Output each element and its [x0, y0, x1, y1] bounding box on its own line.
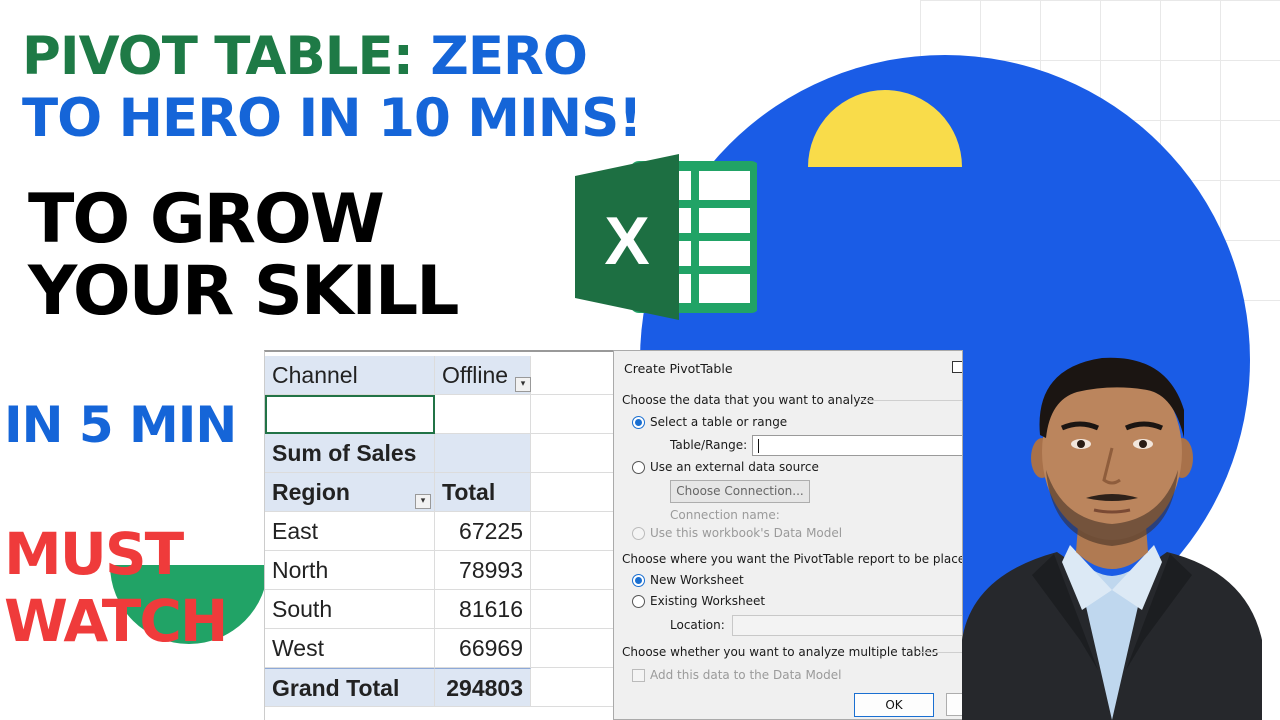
total-cell[interactable]: 67225 [435, 512, 531, 551]
excel-logo-letter: X [604, 203, 649, 279]
empty-cell[interactable] [531, 629, 616, 668]
empty-cell[interactable] [435, 434, 531, 473]
total-cell[interactable]: 81616 [435, 590, 531, 629]
table-range-label: Table/Range: [670, 438, 748, 452]
headline-line2: TO HERO IN 10 MINS! [22, 88, 642, 149]
data-model-radio[interactable] [632, 527, 645, 540]
new-worksheet-label: New Worksheet [650, 573, 744, 587]
choose-connection-button[interactable]: Choose Connection... [670, 480, 810, 503]
create-pivottable-dialog: Create PivotTable Choose the data that y… [613, 350, 963, 720]
section-placement-label: Choose where you want the PivotTable rep… [622, 552, 963, 566]
section-multiple-tables-label: Choose whether you want to analyze multi… [622, 645, 939, 659]
existing-worksheet-label: Existing Worksheet [650, 594, 766, 608]
select-table-radio[interactable] [632, 416, 645, 429]
existing-worksheet-radio[interactable] [632, 595, 645, 608]
group-divider [859, 400, 962, 401]
add-data-model-checkbox[interactable] [632, 669, 645, 682]
headline-watch: WATCH [4, 587, 228, 655]
headline-pivot-table: PIVOT TABLE: [22, 26, 414, 87]
external-source-label: Use an external data source [650, 460, 819, 474]
table-range-input[interactable] [752, 435, 962, 456]
external-source-radio[interactable] [632, 461, 645, 474]
empty-cell[interactable] [531, 590, 616, 629]
region-cell[interactable]: North [265, 551, 435, 590]
section-analyze-label: Choose the data that you want to analyze [622, 393, 875, 407]
cancel-button[interactable] [946, 693, 962, 716]
dialog-title: Create PivotTable [624, 361, 733, 376]
data-model-label: Use this workbook's Data Model [650, 526, 843, 540]
empty-cell[interactable] [531, 395, 616, 434]
headline-in-5-min: IN 5 MIN [4, 396, 237, 454]
add-data-model-label: Add this data to the Data Model [650, 668, 842, 682]
region-cell[interactable]: South [265, 590, 435, 629]
filter-label-cell[interactable]: Channel [265, 356, 435, 395]
pivot-table-sheet: Channel Offline ▾ Sum of Sales Region ▾ … [264, 350, 616, 720]
text-cursor [758, 439, 759, 453]
region-header-cell[interactable]: Region [265, 473, 435, 512]
total-cell[interactable]: 78993 [435, 551, 531, 590]
new-worksheet-radio[interactable] [632, 574, 645, 587]
selected-cell[interactable] [265, 395, 435, 434]
region-cell[interactable]: East [265, 512, 435, 551]
sum-of-sales-cell[interactable]: Sum of Sales [265, 434, 435, 473]
empty-cell[interactable] [435, 395, 531, 434]
filter-value: Offline [442, 362, 509, 388]
headline-line3: TO GROW [28, 180, 385, 259]
headline-zero: ZERO [430, 26, 588, 87]
region-cell[interactable]: West [265, 629, 435, 668]
presenter-photo [962, 357, 1262, 720]
grand-total-value-cell[interactable]: 294803 [435, 668, 531, 707]
group-divider [919, 652, 962, 653]
empty-cell[interactable] [531, 356, 616, 395]
empty-cell[interactable] [531, 434, 616, 473]
headline-line1: PIVOT TABLE: ZERO [22, 30, 588, 83]
ok-button[interactable]: OK [854, 693, 934, 717]
grand-total-label-cell[interactable]: Grand Total [265, 668, 435, 707]
location-input[interactable] [732, 615, 962, 636]
select-table-label: Select a table or range [650, 415, 788, 429]
location-label: Location: [670, 618, 725, 632]
headline-must: MUST [4, 520, 184, 588]
empty-cell[interactable] [531, 551, 616, 590]
connection-name-label: Connection name: [670, 508, 780, 522]
empty-cell[interactable] [531, 512, 616, 551]
headline-line4: YOUR SKILL [28, 252, 460, 331]
empty-cell[interactable] [531, 473, 616, 512]
region-filter-dropdown-icon[interactable]: ▾ [415, 494, 431, 509]
total-cell[interactable]: 66969 [435, 629, 531, 668]
channel-filter-dropdown-icon[interactable]: ▾ [515, 377, 531, 392]
excel-icon: X [575, 154, 757, 320]
empty-cell[interactable] [531, 668, 616, 707]
total-header-cell[interactable]: Total [435, 473, 531, 512]
